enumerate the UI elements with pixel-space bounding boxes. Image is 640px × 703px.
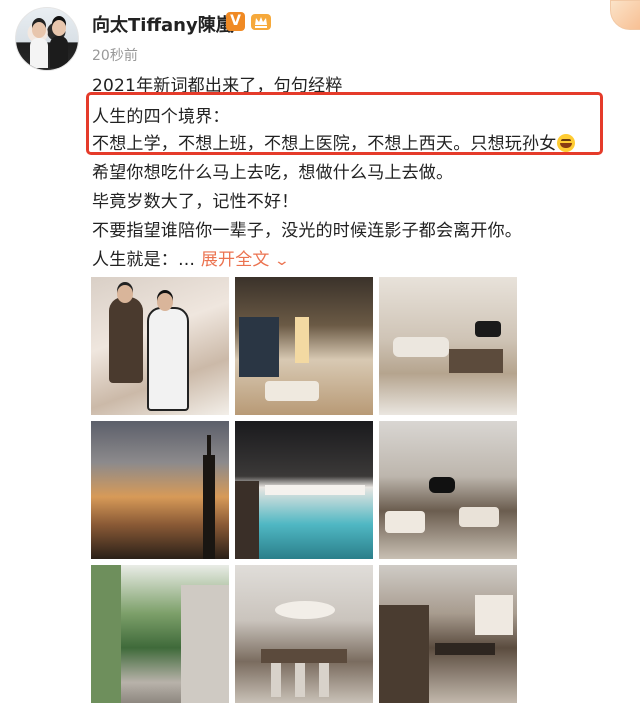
photo-garden-corridor[interactable] <box>91 565 229 703</box>
verified-badge-icon: V <box>226 12 245 31</box>
username[interactable]: 向太Tiffany陳嵐 <box>92 11 234 37</box>
photo-dining-chandelier[interactable] <box>235 565 373 703</box>
photo-living-room-piano[interactable] <box>379 277 517 415</box>
avatar[interactable] <box>15 7 79 71</box>
member-crown-icon <box>251 14 271 30</box>
post-text-line-5: 毕竟岁数大了，记性不好！ <box>92 192 299 212</box>
corner-badge-icon <box>610 0 640 30</box>
highlight-annotation-box <box>86 92 603 155</box>
avatar-body-left <box>30 38 48 68</box>
expand-full-text-link[interactable]: 展开全文 <box>201 250 270 270</box>
post-timestamp: 20秒前 <box>92 48 138 64</box>
avatar-body-right <box>50 36 68 68</box>
photo-couple-living-room[interactable] <box>91 277 229 415</box>
post-text-line-4: 希望你想吃什么马上去吃，想做什么马上去做。 <box>92 163 454 183</box>
avatar-person-left <box>32 22 46 38</box>
photo-city-view-room[interactable] <box>235 277 373 415</box>
post-text-line-7: 人生就是：… 展开全文 ⌄ <box>92 245 290 270</box>
photo-taipei-101-sunset[interactable] <box>91 421 229 559</box>
post-text-line-6: 不要指望谁陪你一辈子，没光的时候连影子都会离开你。 <box>92 221 522 241</box>
post-text-line-7-prefix: 人生就是：… <box>92 250 196 270</box>
photo-dining-room[interactable] <box>379 565 517 703</box>
chevron-down-icon[interactable]: ⌄ <box>273 253 290 269</box>
photo-lounge-piano[interactable] <box>379 421 517 559</box>
photo-rooftop-pool[interactable] <box>235 421 373 559</box>
avatar-person-right <box>52 20 66 36</box>
